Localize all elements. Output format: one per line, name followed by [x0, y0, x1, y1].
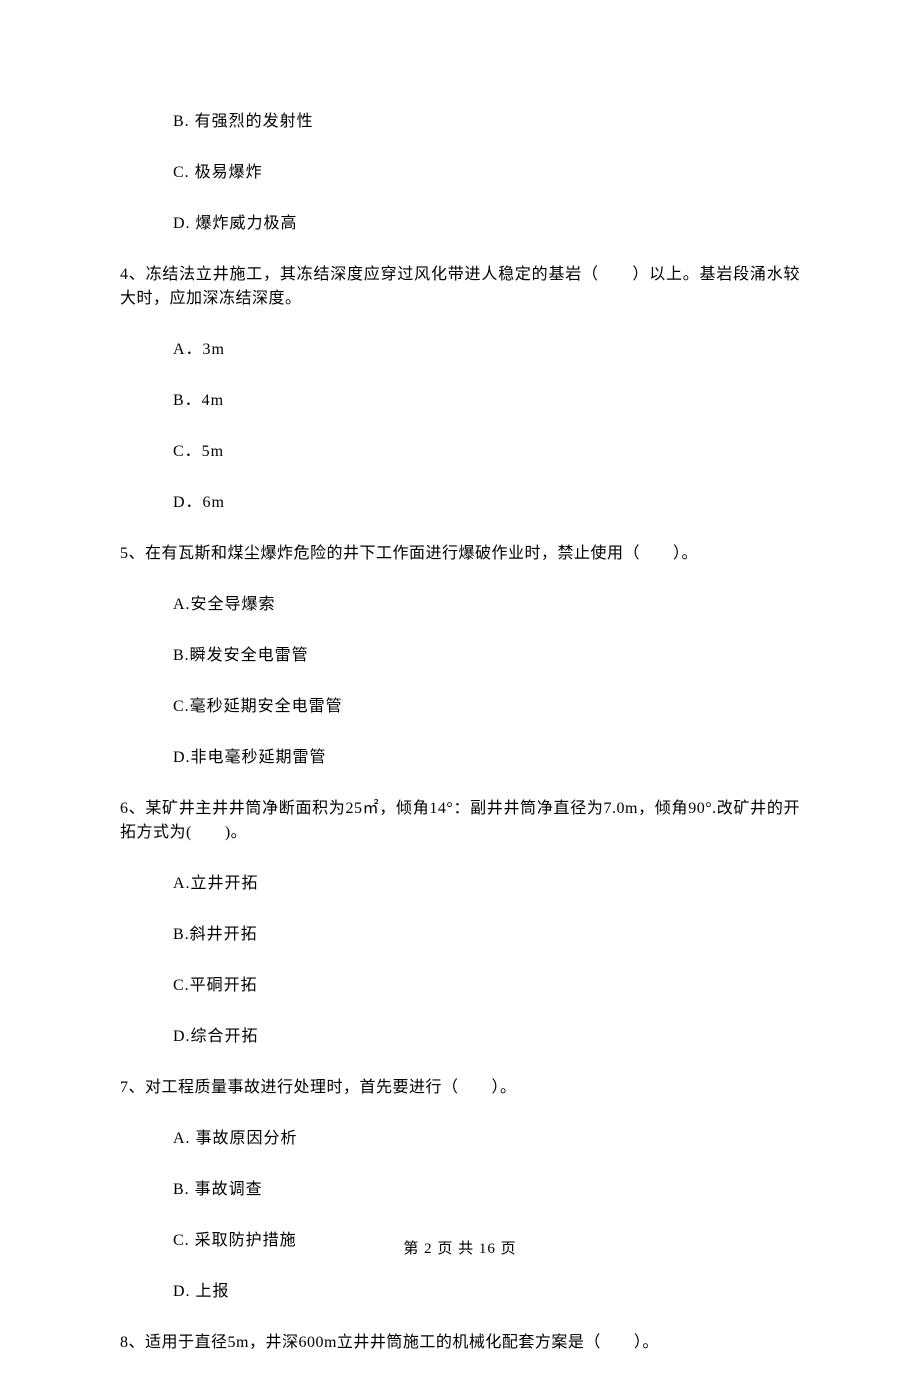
q7-option-b: B. 事故调查 [120, 1178, 800, 1202]
q6-option-b: B.斜井开拓 [120, 923, 800, 947]
q3-option-c: C. 极易爆炸 [120, 161, 800, 185]
q4-option-d: D．6m [120, 491, 800, 515]
q4-option-b: B．4m [120, 389, 800, 413]
q6-option-a: A.立井开拓 [120, 872, 800, 896]
page-content: B. 有强烈的发射性 C. 极易爆炸 D. 爆炸威力极高 4、冻结法立井施工，其… [0, 0, 920, 1399]
q5-option-d: D.非电毫秒延期雷管 [120, 746, 800, 770]
q4-option-c: C．5m [120, 440, 800, 464]
q8-question: 8、适用于直径5m，井深600m立井井筒施工的机械化配套方案是（ ）。 [120, 1331, 800, 1355]
q5-question: 5、在有瓦斯和煤尘爆炸危险的井下工作面进行爆破作业时，禁止使用（ ）。 [120, 542, 800, 566]
q4-option-a: A．3m [120, 338, 800, 362]
q7-option-a: A. 事故原因分析 [120, 1127, 800, 1151]
q5-option-b: B.瞬发安全电雷管 [120, 644, 800, 668]
q3-option-b: B. 有强烈的发射性 [120, 110, 800, 134]
q4-question: 4、冻结法立井施工，其冻结深度应穿过风化带进人稳定的基岩（ ）以上。基岩段涌水较… [120, 263, 800, 311]
q6-question: 6、某矿井主井井筒净断面积为25㎡，倾角14°：副井井筒净直径为7.0m，倾角9… [120, 797, 800, 845]
q7-question: 7、对工程质量事故进行处理时，首先要进行（ ）。 [120, 1076, 800, 1100]
page-footer: 第 2 页 共 16 页 [0, 1238, 920, 1261]
q7-option-d: D. 上报 [120, 1280, 800, 1304]
q5-option-a: A.安全导爆索 [120, 593, 800, 617]
q5-option-c: C.毫秒延期安全电雷管 [120, 695, 800, 719]
q6-option-c: C.平硐开拓 [120, 974, 800, 998]
q3-option-d: D. 爆炸威力极高 [120, 212, 800, 236]
q6-option-d: D.综合开拓 [120, 1025, 800, 1049]
